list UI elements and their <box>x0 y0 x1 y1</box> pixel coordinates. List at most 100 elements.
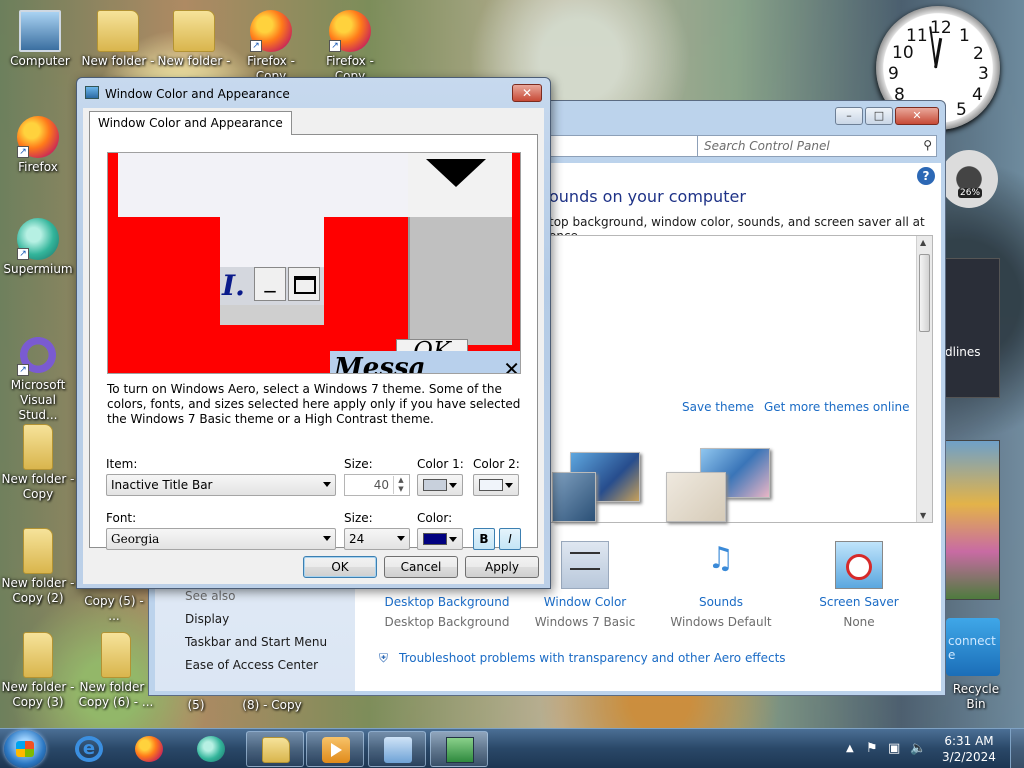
taskbar-window-color[interactable] <box>430 731 488 767</box>
cancel-button[interactable]: Cancel <box>384 556 458 578</box>
volume-muted-icon[interactable]: 🔈 <box>910 741 926 756</box>
show-desktop-button[interactable] <box>1010 729 1024 768</box>
desktop-icon-supermium[interactable]: ↗ Supermium <box>0 218 76 277</box>
theme-thumbnail[interactable] <box>552 472 596 522</box>
desktop-icon-folder[interactable]: New folder - ... <box>156 10 232 84</box>
window-color-icon <box>561 541 609 589</box>
save-theme-link[interactable]: Save theme <box>682 400 754 414</box>
desktop-icon-folder[interactable]: New folder - Copy (2) <box>0 528 76 606</box>
clock[interactable]: 6:31 AM 3/2/2024 <box>934 733 1004 765</box>
cpu-meter-gadget[interactable]: 26% <box>940 150 998 208</box>
desktop-icon-folder[interactable]: New folder - Copy (3) <box>0 632 76 710</box>
color1-picker[interactable] <box>417 474 463 496</box>
troubleshoot-link[interactable]: ⛨ Troubleshoot problems with transparenc… <box>379 651 786 665</box>
network-icon[interactable]: ▣ <box>888 741 900 756</box>
appearance-preview[interactable]: I. _ OK Messa ✕ <box>107 152 521 374</box>
preview-desktop-area <box>118 153 410 217</box>
desktop-icon-computer[interactable]: Computer <box>2 10 78 69</box>
minimize-button[interactable]: – <box>835 107 863 125</box>
preview-maximize-icon <box>288 267 320 301</box>
desktop-icon-recycle-bin[interactable]: Recycle Bin <box>944 682 1008 712</box>
italic-toggle[interactable]: I <box>499 528 521 550</box>
desktop-icon-folder[interactable]: New folder - ... <box>80 10 156 84</box>
folder-icon <box>101 632 131 678</box>
chevron-down-icon <box>449 483 457 488</box>
action-center-flag-icon[interactable]: ⚑ <box>866 741 878 756</box>
shortcut-arrow-icon: ↗ <box>17 248 29 260</box>
preview-inactive-title-bar: I. _ <box>220 267 324 305</box>
color2-swatch <box>479 479 503 491</box>
tab-panel: I. _ OK Messa ✕ To turn on Windows Aero, <box>89 134 538 550</box>
theme-thumbnail[interactable] <box>666 472 726 522</box>
font-select[interactable]: Georgia <box>106 528 336 550</box>
internet-explorer-icon: e <box>75 736 103 762</box>
color1-swatch <box>423 479 447 491</box>
link-taskbar[interactable]: Taskbar and Start Menu <box>185 635 327 649</box>
taskbar-internet-explorer[interactable]: e <box>60 731 118 767</box>
slideshow-gadget[interactable] <box>940 440 1000 600</box>
preview-scrollbar <box>408 217 512 345</box>
desktop-icon-folder-partial[interactable]: Copy (5) - ... <box>78 594 150 624</box>
visual-studio-icon: ↗ <box>17 334 59 376</box>
headlines-gadget[interactable]: dlines <box>940 258 1000 398</box>
desktop-icon-visual-studio[interactable]: ↗ Microsoft Visual Stud... <box>0 334 76 423</box>
themes-list[interactable]: Save theme Get more themes online ▲ ▼ <box>549 235 933 523</box>
show-hidden-icons-icon[interactable]: ▲ <box>846 743 854 754</box>
taskbar-firefox[interactable] <box>120 731 178 767</box>
maximize-button[interactable]: □ <box>865 107 893 125</box>
desktop-icon-firefox-copy[interactable]: ↗ Firefox - Copy <box>312 10 388 84</box>
apply-button[interactable]: Apply <box>465 556 539 578</box>
bold-toggle[interactable]: B <box>473 528 495 550</box>
preview-minimize-icon: _ <box>254 267 286 301</box>
preview-window-frame <box>220 305 324 325</box>
font-color-label: Color: <box>417 511 453 525</box>
search-input[interactable]: Search Control Panel ⚲ <box>697 135 937 157</box>
scroll-down-icon[interactable]: ▼ <box>920 511 926 520</box>
item-select[interactable]: Inactive Title Bar <box>106 474 336 496</box>
folder-icon <box>23 424 53 470</box>
shortcut-arrow-icon: ↗ <box>250 40 262 52</box>
chevron-down-icon <box>449 537 457 542</box>
scroll-up-icon[interactable]: ▲ <box>920 238 926 247</box>
screen-saver-item[interactable]: Screen Saver None <box>789 541 929 629</box>
help-icon[interactable]: ? <box>917 167 935 185</box>
desktop-icon-folder[interactable]: New folder - Copy <box>0 424 76 502</box>
link-display[interactable]: Display <box>185 612 229 626</box>
taskbar-control-panel[interactable] <box>368 731 426 767</box>
font-label: Font: <box>106 511 137 525</box>
ok-button[interactable]: OK <box>303 556 377 578</box>
dialog-close-button[interactable]: ✕ <box>512 84 542 102</box>
start-button[interactable] <box>4 730 46 768</box>
themes-scrollbar[interactable]: ▲ ▼ <box>916 236 932 522</box>
close-button[interactable]: ✕ <box>895 107 939 125</box>
color2-picker[interactable] <box>473 474 519 496</box>
scroll-thumb[interactable] <box>919 254 930 332</box>
desktop-icon-firefox-copy[interactable]: ↗ Firefox - Copy <box>233 10 309 84</box>
folder-icon <box>23 528 53 574</box>
link-ease-of-access[interactable]: Ease of Access Center <box>185 658 318 672</box>
firefox-icon: ↗ <box>329 10 371 52</box>
font-color-picker[interactable] <box>417 528 463 550</box>
preview-message-box: Messa ✕ <box>330 351 520 373</box>
spin-arrows-icon[interactable]: ▲ ▼ <box>393 476 408 494</box>
chevron-down-icon <box>426 159 486 187</box>
window-color-dialog[interactable]: Window Color and Appearance ✕ Window Col… <box>76 77 551 589</box>
shortcut-arrow-icon: ↗ <box>17 146 29 158</box>
folder-icon <box>173 10 215 52</box>
tab-window-color-appearance[interactable]: Window Color and Appearance <box>89 111 292 135</box>
taskbar-explorer[interactable] <box>246 731 304 767</box>
sounds-item[interactable]: ♫ Sounds Windows Default <box>651 541 791 629</box>
taskbar-supermium[interactable] <box>182 731 240 767</box>
desktop-icon-partial[interactable]: (5) <box>158 698 234 713</box>
connect-gadget[interactable]: connect e <box>946 618 1000 676</box>
font-size-select[interactable]: 24 <box>344 528 410 550</box>
get-more-themes-link[interactable]: Get more themes online <box>764 400 910 414</box>
color1-label: Color 1: <box>417 457 464 471</box>
item-size-stepper[interactable]: 40 ▲ ▼ <box>344 474 410 496</box>
desktop-icon-partial[interactable]: (8) - Copy <box>234 698 310 713</box>
taskbar-media-player[interactable] <box>306 731 364 767</box>
chevron-down-icon <box>323 482 331 487</box>
firefox-icon: ↗ <box>17 116 59 158</box>
desktop-icon-firefox[interactable]: ↗ Firefox <box>0 116 76 175</box>
desktop-icon-folder[interactable]: New folder - Copy (6) - ... <box>78 632 154 710</box>
